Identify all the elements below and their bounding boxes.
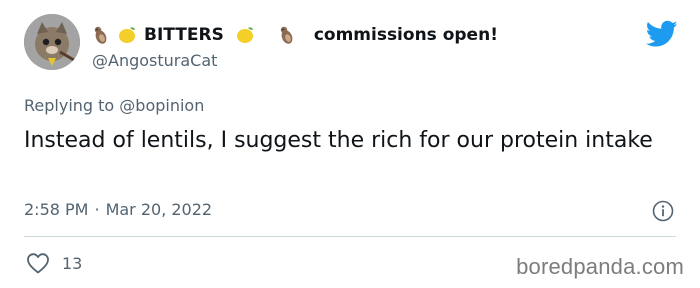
reply-target-handle[interactable]: @bopinion xyxy=(119,96,204,115)
like-count: 13 xyxy=(62,253,83,273)
heart-icon xyxy=(27,253,49,274)
divider xyxy=(24,236,676,237)
display-name: BITTERS xyxy=(144,25,224,45)
reply-prefix: Replying to xyxy=(24,96,115,115)
otter-icon xyxy=(276,24,298,46)
user-handle[interactable]: @AngosturaCat xyxy=(92,51,217,70)
replying-to-line: Replying to @bopinion xyxy=(24,96,204,115)
tweet-timestamp[interactable]: 2:58 PM · Mar 20, 2022 xyxy=(24,200,212,219)
twitter-bird-icon[interactable] xyxy=(646,20,678,48)
tweet-date: Mar 20, 2022 xyxy=(105,200,213,219)
watermark: boredpanda.com xyxy=(516,254,684,279)
tweet-text: Instead of lentils, I suggest the rich f… xyxy=(24,128,653,153)
name-tagline: commissions open! xyxy=(313,25,498,45)
avatar[interactable] xyxy=(24,14,80,70)
info-icon[interactable] xyxy=(652,200,674,222)
otter-icon xyxy=(90,24,112,46)
like-button[interactable]: 13 xyxy=(26,252,82,274)
timestamp-separator: · xyxy=(94,200,100,219)
lemon-icon xyxy=(234,24,256,46)
tweet-time: 2:58 PM xyxy=(24,200,89,219)
display-name-row[interactable]: BITTERS commissions open! xyxy=(90,22,498,48)
tweet-card: BITTERS commissions open! @AngosturaCat … xyxy=(0,0,700,288)
lemon-icon xyxy=(116,24,138,46)
